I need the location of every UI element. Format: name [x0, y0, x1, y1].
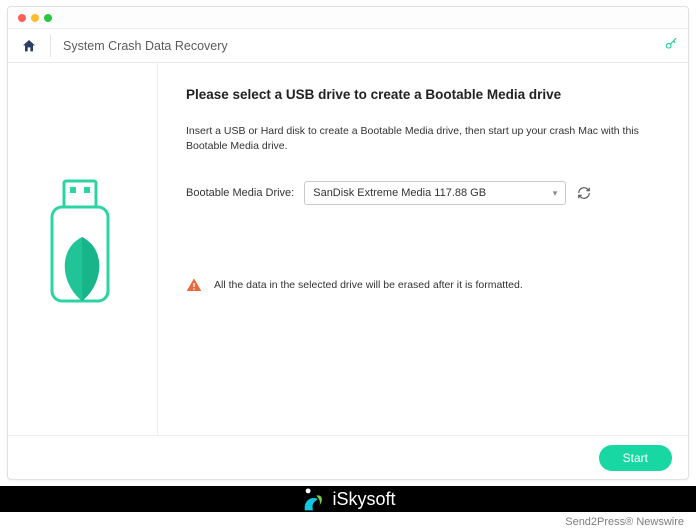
warning-text: All the data in the selected drive will …	[214, 279, 523, 291]
app-footer: Start	[8, 435, 688, 479]
key-icon	[664, 37, 678, 51]
page-title: System Crash Data Recovery	[63, 39, 228, 53]
main-heading: Please select a USB drive to create a Bo…	[186, 87, 660, 102]
sidebar-illustration-panel	[8, 63, 158, 435]
usb-drive-illustration	[38, 179, 128, 319]
credit-text: Send2Press® Newswire	[565, 516, 684, 528]
bootable-drive-select[interactable]: SanDisk Extreme Media 117.88 GB ▾	[304, 181, 566, 205]
refresh-icon	[577, 186, 591, 200]
window-zoom-dot[interactable]	[44, 14, 52, 22]
home-button[interactable]	[18, 35, 40, 57]
drive-label: Bootable Media Drive:	[186, 187, 294, 199]
warning-icon	[186, 277, 202, 293]
license-key-button[interactable]	[664, 37, 678, 54]
iskysoft-logo-icon	[300, 486, 326, 512]
selected-drive-value: SanDisk Extreme Media 117.88 GB	[313, 187, 486, 199]
instruction-text: Insert a USB or Hard disk to create a Bo…	[186, 124, 660, 153]
brand-strip: iSkysoft	[0, 486, 696, 512]
window-minimize-dot[interactable]	[31, 14, 39, 22]
main-panel: Please select a USB drive to create a Bo…	[158, 63, 688, 435]
chevron-down-icon: ▾	[553, 188, 558, 199]
mac-titlebar	[8, 7, 688, 29]
header-divider	[50, 35, 51, 57]
image-credit: Send2Press® Newswire	[0, 512, 696, 532]
home-icon	[21, 38, 37, 54]
app-header: System Crash Data Recovery	[8, 29, 688, 63]
start-button[interactable]: Start	[599, 445, 672, 471]
refresh-drives-button[interactable]	[576, 185, 592, 201]
brand-name: iSkysoft	[332, 489, 395, 510]
window-close-dot[interactable]	[18, 14, 26, 22]
